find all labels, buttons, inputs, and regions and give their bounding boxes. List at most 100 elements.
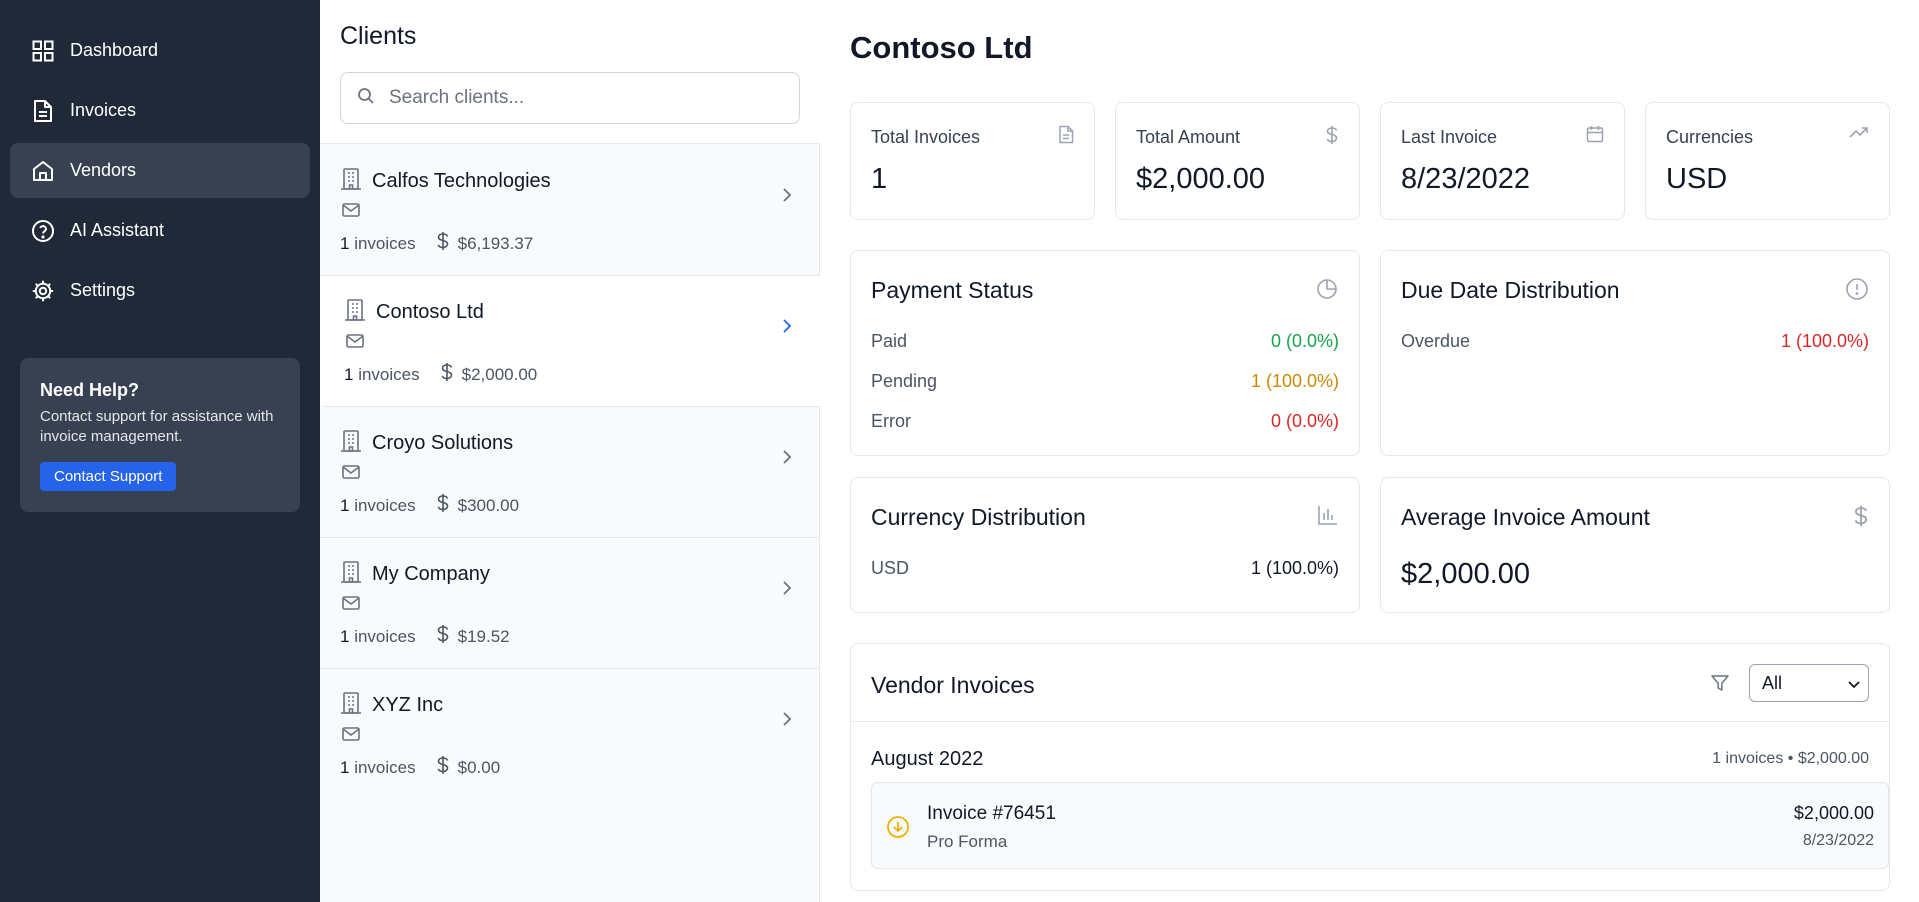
payment-status-card: Payment Status Paid 0 (0.0%) Pending 1 (… (850, 250, 1360, 456)
invoice-count: 1 (344, 364, 354, 384)
dollar-icon (436, 231, 450, 256)
client-name: Contoso Ltd (376, 301, 484, 323)
sidebar: Dashboard Invoices Vendors AI Assistant … (0, 0, 320, 902)
nav-vendors[interactable]: Vendors (10, 143, 310, 198)
nav-dashboard[interactable]: Dashboard (10, 23, 310, 78)
client-item[interactable]: XYZ Inc 1 invoices $0.00 (320, 669, 820, 800)
due-value: 1 (100.0%) (1780, 331, 1869, 351)
invoice-count: 1 (340, 757, 350, 777)
payment-row-paid: Paid 0 (0.0%) (871, 331, 1339, 352)
help-circle-icon (30, 218, 56, 244)
home-icon (30, 158, 56, 184)
average-invoice-title: Average Invoice Amount (1401, 504, 1650, 530)
invoice-amount: $2,000.00 (1793, 803, 1874, 823)
vendor-invoices-title: Vendor Invoices (871, 672, 1035, 698)
average-invoice-card: Average Invoice Amount $2,000.00 (1380, 477, 1890, 613)
invoice-count: 1 (340, 495, 350, 515)
invoice-count: 1 (340, 233, 350, 253)
client-name: XYZ Inc (372, 694, 444, 716)
help-text: Contact support for assistance with invo… (40, 408, 274, 445)
building-icon (344, 298, 366, 327)
invoice-count-label: invoices (354, 233, 416, 253)
dollar-icon (436, 624, 450, 649)
nav-label: Dashboard (70, 40, 159, 60)
bar-chart-icon (1317, 504, 1339, 531)
nav-settings[interactable]: Settings (10, 263, 310, 318)
invoice-count-label: invoices (354, 626, 416, 646)
chevron-right-icon (782, 318, 792, 339)
stat-label: Total Invoices (871, 127, 981, 147)
mail-icon (342, 465, 360, 484)
client-item-selected[interactable]: Contoso Ltd 1 invoices $2,000.00 (320, 276, 820, 407)
chevron-right-icon (782, 711, 792, 732)
stat-label: Last Invoice (1401, 127, 1498, 147)
dollar-icon (436, 493, 450, 518)
mail-icon (342, 727, 360, 746)
search-input[interactable] (389, 87, 789, 109)
building-icon (340, 691, 362, 720)
due-label: Overdue (1401, 331, 1471, 351)
search-icon (357, 87, 375, 110)
mail-icon (342, 203, 360, 222)
invoice-filter-select[interactable]: All (1749, 664, 1869, 702)
stat-value: 1 (871, 163, 888, 195)
client-amount: $2,000.00 (461, 364, 538, 384)
client-item[interactable]: Calfos Technologies 1 invoices $6,193.37 (320, 145, 820, 276)
contact-support-button[interactable]: Contact Support (40, 462, 177, 491)
building-icon (340, 560, 362, 589)
payment-row-error: Error 0 (0.0%) (871, 411, 1339, 432)
dollar-icon (436, 755, 450, 780)
stat-value: $2,000.00 (1136, 163, 1266, 195)
help-title: Need Help? (40, 380, 140, 400)
nav-invoices[interactable]: Invoices (10, 83, 310, 138)
client-item[interactable]: Croyo Solutions 1 invoices $300.00 (320, 407, 820, 538)
client-amount: $300.00 (457, 495, 520, 515)
invoice-count-label: invoices (354, 495, 416, 515)
nav-label: Invoices (70, 100, 137, 120)
status-value: 1 (100.0%) (1250, 371, 1339, 391)
vendor-invoices-card: Vendor Invoices All August 2022 1 invoic… (850, 643, 1890, 891)
status-label: Pending (871, 371, 938, 391)
client-amount: $6,193.37 (457, 233, 534, 253)
client-amount: $19.52 (457, 626, 510, 646)
currency-label: USD (871, 558, 910, 578)
calendar-icon (1586, 125, 1604, 148)
client-item[interactable]: My Company 1 invoices $19.52 (320, 538, 820, 669)
dollar-icon (1853, 504, 1869, 533)
currency-distribution-title: Currency Distribution (871, 504, 1086, 530)
stat-label: Currencies (1666, 127, 1754, 147)
filter-value: All (1762, 672, 1783, 693)
document-icon (30, 98, 56, 124)
month-group-title: August 2022 (871, 748, 984, 770)
status-label: Paid (871, 331, 908, 351)
invoice-row[interactable]: Invoice #76451 Pro Forma $2,000.00 8/23/… (871, 782, 1889, 869)
search-box[interactable] (340, 72, 800, 124)
mail-icon (346, 334, 364, 353)
stat-value: 8/23/2022 (1401, 163, 1531, 195)
status-value: 0 (0.0%) (1270, 331, 1339, 351)
chevron-right-icon (782, 187, 792, 208)
stat-card-last-invoice: Last Invoice 8/23/2022 (1380, 102, 1625, 220)
nav-label: AI Assistant (70, 220, 165, 240)
clients-title: Clients (340, 22, 417, 50)
status-value: 0 (0.0%) (1270, 411, 1339, 431)
currency-distribution-card: Currency Distribution USD 1 (100.0%) (850, 477, 1360, 613)
filter-icon (1711, 674, 1729, 697)
due-date-title: Due Date Distribution (1401, 277, 1620, 303)
nav-ai-assistant[interactable]: AI Assistant (10, 203, 310, 258)
client-name: Calfos Technologies (372, 170, 551, 192)
invoice-count-label: invoices (354, 757, 416, 777)
due-date-card: Due Date Distribution Overdue 1 (100.0%) (1380, 250, 1890, 456)
chevron-right-icon (782, 449, 792, 470)
clients-header: Clients (320, 0, 820, 144)
payment-status-title: Payment Status (871, 277, 1034, 303)
status-label: Error (871, 411, 911, 431)
mail-icon (342, 596, 360, 615)
building-icon (340, 429, 362, 458)
chevron-down-icon (1848, 673, 1860, 694)
nav-label: Vendors (70, 160, 137, 180)
nav-label: Settings (70, 280, 136, 300)
invoice-number: Invoice #76451 (927, 803, 1056, 824)
client-amount: $0.00 (457, 757, 501, 777)
document-icon (1058, 125, 1074, 149)
